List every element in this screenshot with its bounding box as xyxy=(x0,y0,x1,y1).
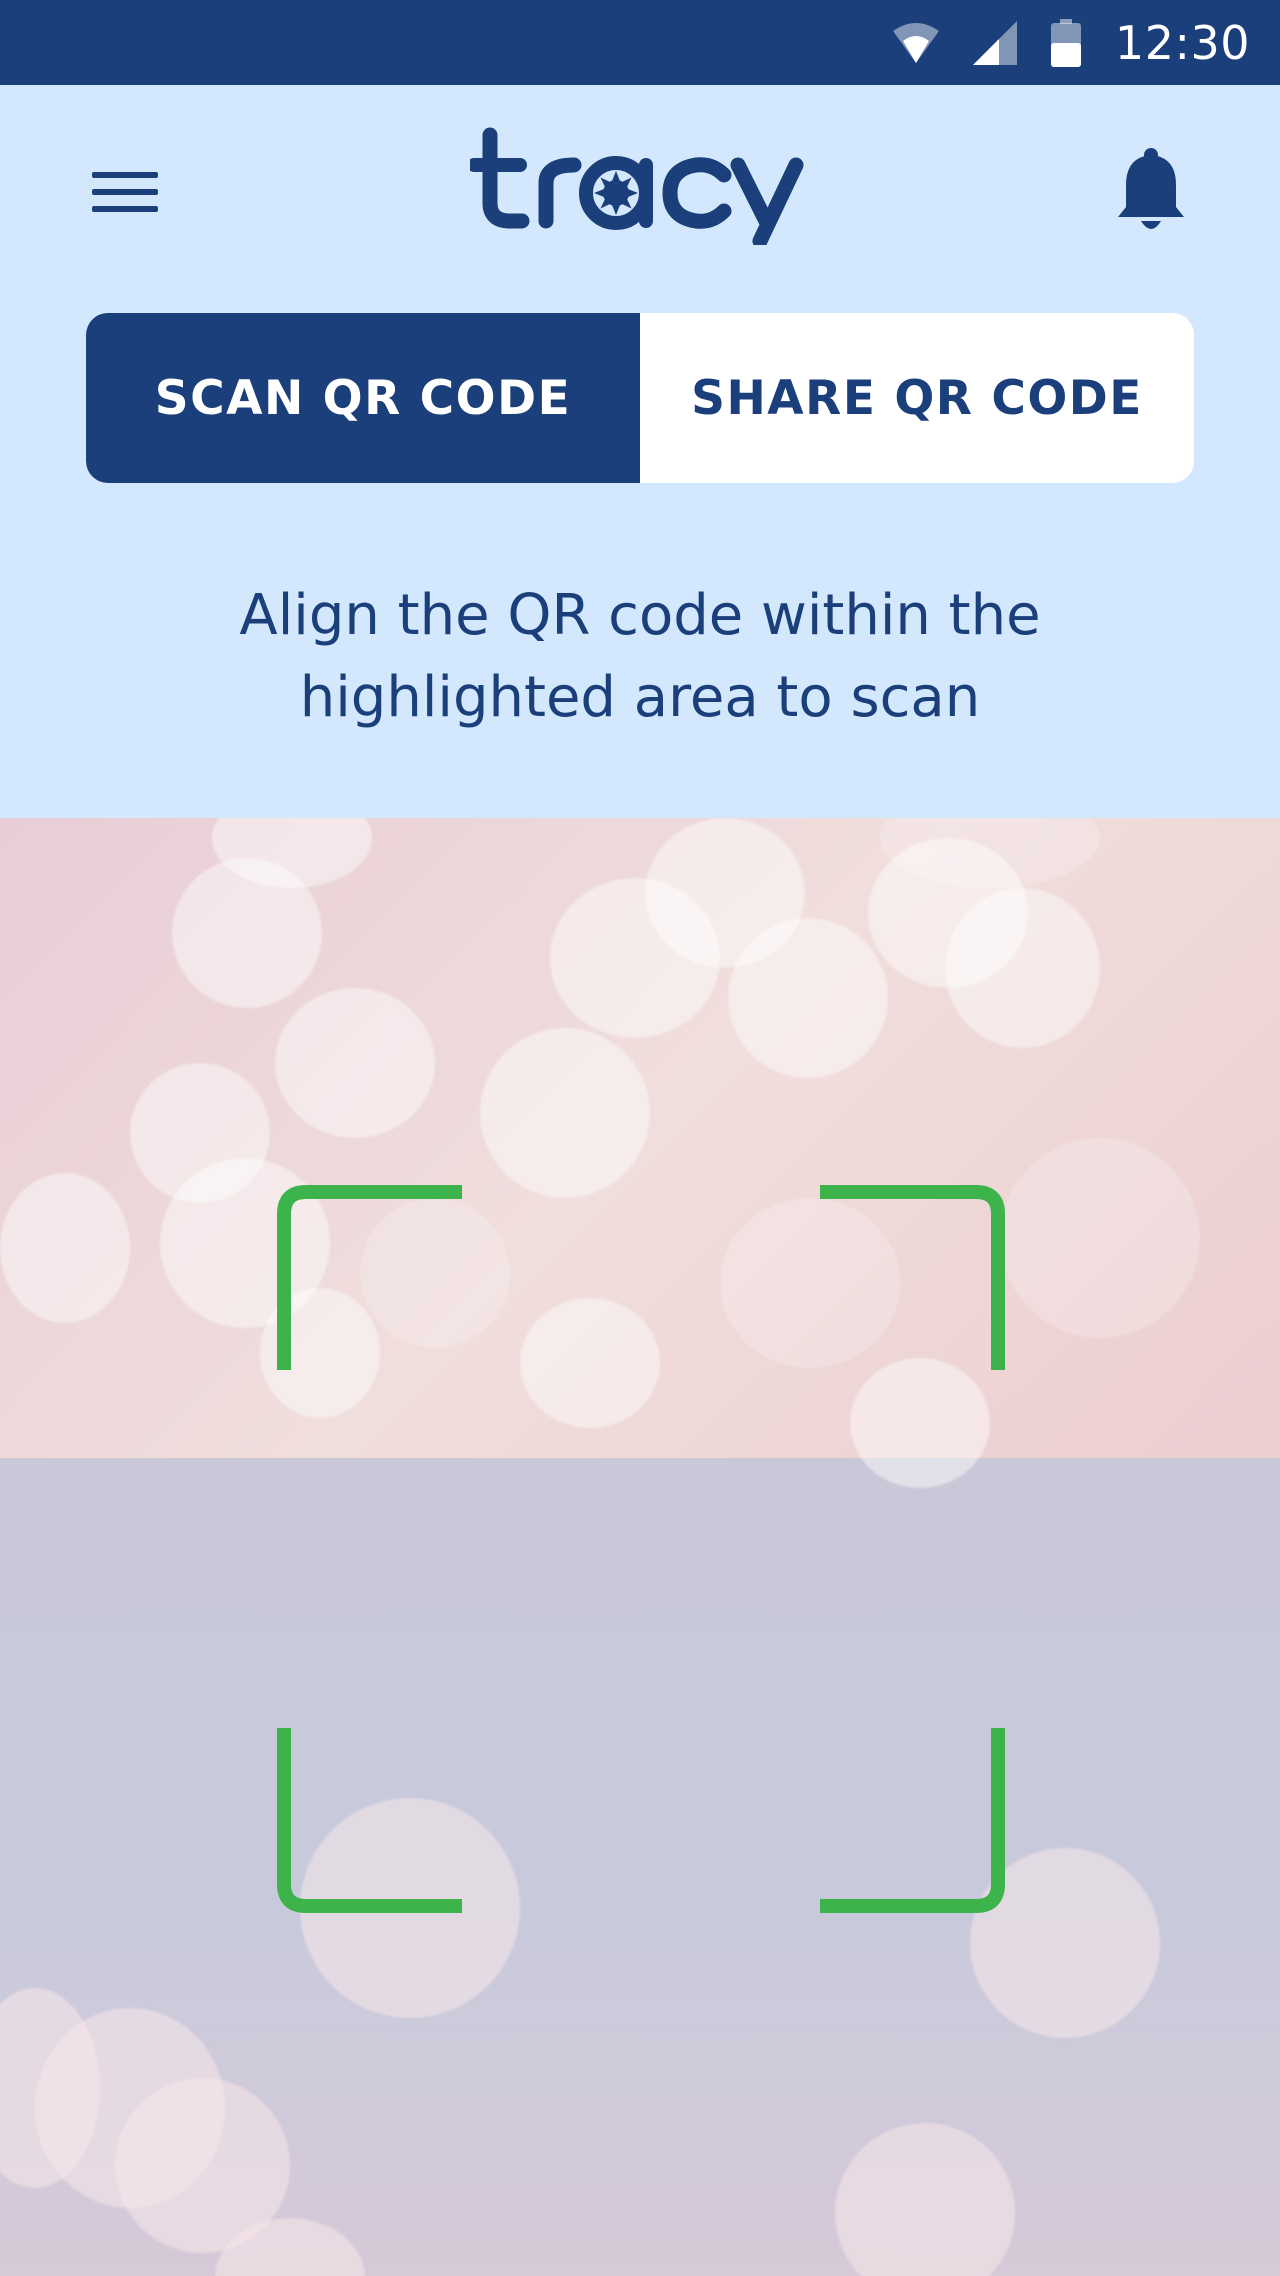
bokeh-light xyxy=(480,1028,650,1198)
bokeh-light xyxy=(1000,1138,1200,1338)
scan-frame-bottom-right-corner xyxy=(820,1728,1005,1913)
bokeh-light xyxy=(945,888,1100,1048)
hamburger-menu-icon[interactable] xyxy=(92,155,166,229)
bokeh-light xyxy=(0,1173,130,1323)
status-clock: 12:30 xyxy=(1114,15,1250,70)
scan-frame-top-right-corner xyxy=(820,1185,1005,1370)
cellular-signal-icon xyxy=(972,20,1017,65)
wifi-icon xyxy=(892,22,939,63)
bell-icon[interactable] xyxy=(1118,145,1184,235)
instructions-line-1: Align the QR code within the xyxy=(239,583,1041,648)
scan-share-toggle: SCAN QR CODE SHARE QR CODE xyxy=(86,313,1194,483)
bokeh-light xyxy=(728,918,888,1078)
camera-preview[interactable] xyxy=(0,818,1280,2276)
tab-scan-qr-code[interactable]: SCAN QR CODE xyxy=(86,313,640,483)
tab-share-qr-code[interactable]: SHARE QR CODE xyxy=(640,313,1194,483)
scan-frame-bottom-left-corner xyxy=(277,1728,462,1913)
scan-frame-top-left-corner xyxy=(277,1185,462,1370)
bokeh-light xyxy=(520,1298,660,1428)
scan-instructions: Align the QR code within the highlighted… xyxy=(140,575,1140,739)
bokeh-light xyxy=(850,1358,990,1488)
bokeh-light xyxy=(275,988,435,1138)
status-bar: 12:30 xyxy=(0,0,1280,85)
tracy-logo xyxy=(467,125,810,249)
app-header: SCAN QR CODE SHARE QR CODE Align the QR … xyxy=(0,85,1280,818)
instructions-line-2: highlighted area to scan xyxy=(299,665,981,730)
battery-icon xyxy=(1050,18,1081,67)
